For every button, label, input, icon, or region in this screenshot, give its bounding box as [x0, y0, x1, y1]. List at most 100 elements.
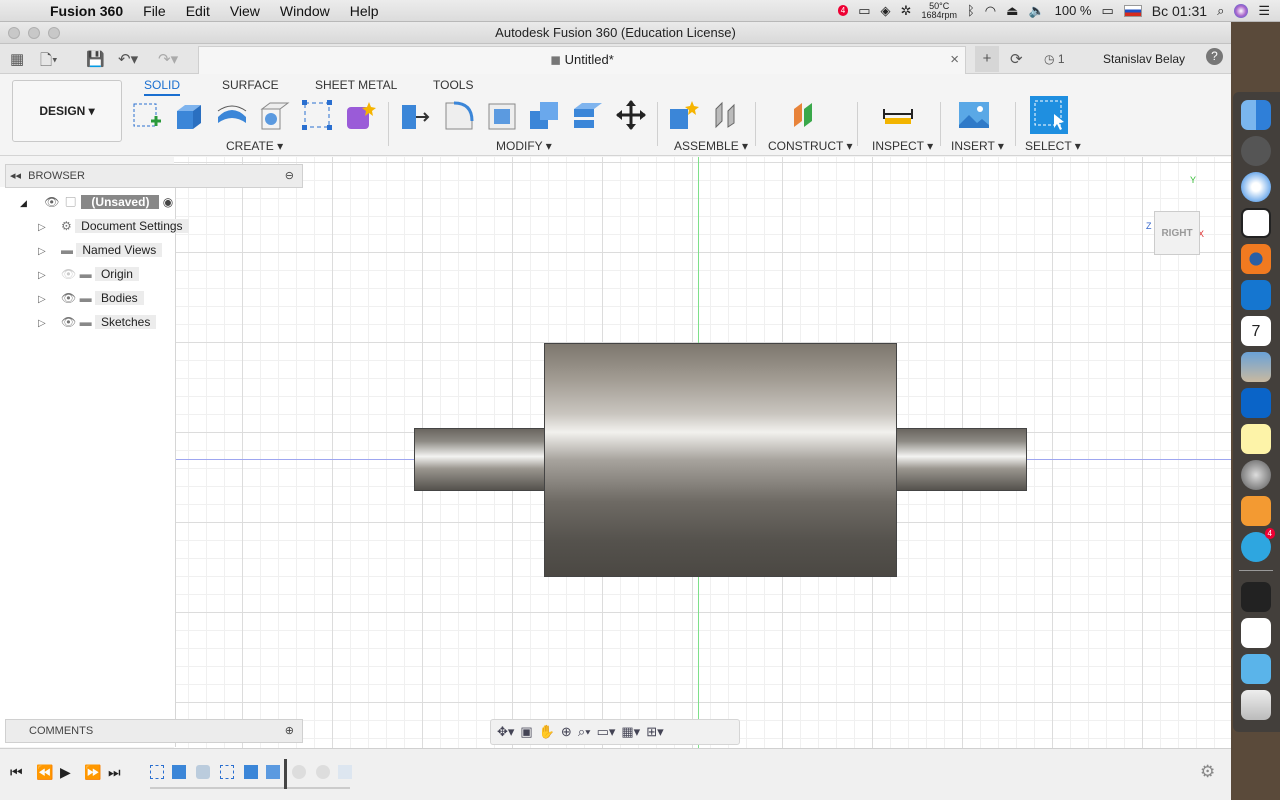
timeline-suppressed-icon[interactable] [338, 765, 352, 779]
clock[interactable]: Вс 01:31 [1152, 3, 1207, 19]
input-flag-icon[interactable] [1123, 4, 1142, 17]
trash-icon[interactable] [1241, 690, 1271, 720]
lasso-app-icon[interactable] [1241, 208, 1271, 238]
select-icon[interactable] [1030, 96, 1068, 134]
insert-image-icon[interactable] [958, 99, 990, 131]
comments-panel[interactable]: COMMENTS ⊕ [5, 719, 303, 743]
close-window-button[interactable] [8, 27, 20, 39]
shaft-left[interactable] [414, 428, 545, 491]
group-modify[interactable]: MODIFY ▾ [496, 139, 552, 153]
timeline-track[interactable] [150, 759, 352, 789]
browser-item-bodies[interactable]: ▷ 👁 ▬ Bodies [38, 288, 144, 308]
user-name[interactable]: Stanislav Belay [1103, 52, 1185, 66]
menu-app-name[interactable]: Fusion 360 [40, 3, 133, 19]
activate-radio-icon[interactable]: ◉ [163, 195, 173, 209]
browser-minimize-icon[interactable]: ⊖ [285, 165, 294, 187]
battery-icon[interactable]: ▭ [1102, 3, 1114, 19]
visibility-eye-icon[interactable]: 👁 [61, 315, 76, 329]
close-tab-icon[interactable]: × [950, 47, 959, 73]
roller-body[interactable] [544, 343, 897, 577]
siri-icon[interactable] [1234, 3, 1249, 18]
orbit-icon[interactable]: ✥▾ [497, 724, 514, 740]
timeline-extrude-icon[interactable] [172, 765, 186, 779]
grid-settings-icon[interactable]: ▦▾ [621, 724, 640, 740]
offset-plane-icon[interactable] [790, 99, 822, 131]
visibility-eye-icon[interactable]: 👁 [44, 195, 59, 209]
joint-icon[interactable] [712, 99, 744, 131]
tab-sheet-metal[interactable]: SHEET METAL [315, 78, 397, 92]
move-icon[interactable] [615, 99, 647, 131]
group-assemble[interactable]: ASSEMBLE ▾ [674, 139, 748, 153]
file-menu-icon[interactable]: 🗋▾ [40, 50, 58, 75]
menu-help[interactable]: Help [340, 3, 389, 19]
app-grid-icon[interactable]: ▦ [10, 50, 24, 68]
timeline-sketch-icon[interactable] [220, 765, 234, 779]
add-comment-icon[interactable]: ⊕ [285, 720, 294, 742]
timeline-suppressed-icon[interactable] [316, 765, 330, 779]
expand-arrow-icon[interactable]: ▷ [38, 270, 46, 281]
timeline-suppressed-icon[interactable] [292, 765, 306, 779]
display-icon[interactable]: ▭ [858, 3, 870, 19]
shield-icon[interactable]: ◈ [881, 3, 891, 19]
job-status[interactable]: ◷ 1 [1044, 52, 1065, 66]
fit-icon[interactable]: ⌕▾ [578, 724, 591, 740]
timeline-marker[interactable] [284, 759, 287, 789]
telegram-icon[interactable]: 4 [1241, 528, 1275, 562]
timeline-sketch-icon[interactable] [150, 765, 164, 779]
new-component-icon[interactable] [668, 99, 700, 131]
menu-window[interactable]: Window [270, 3, 340, 19]
zip-file-icon[interactable] [1241, 618, 1271, 648]
eject-icon[interactable]: ⏏ [1006, 3, 1018, 19]
viewcube-face-right[interactable]: RIGHT [1154, 211, 1200, 255]
save-icon[interactable]: 💾 [86, 50, 105, 68]
shaft-right[interactable] [895, 428, 1027, 491]
bluetooth-icon[interactable]: ᛒ [967, 3, 975, 18]
create-sketch-icon[interactable] [131, 99, 163, 131]
spotlight-icon[interactable]: ⌕ [1217, 3, 1224, 19]
downloads-folder-icon[interactable] [1241, 654, 1271, 684]
tab-surface[interactable]: SURFACE [222, 78, 279, 92]
tab-solid[interactable]: SOLID [144, 78, 181, 96]
display-settings-icon[interactable]: ▭▾ [597, 724, 616, 740]
tab-tools[interactable]: TOOLS [433, 78, 473, 92]
hidden-eye-icon[interactable]: 👁 [61, 267, 76, 281]
timeline-hole-icon[interactable] [196, 765, 210, 779]
play-icon[interactable]: ▶ [60, 764, 71, 781]
combine-icon[interactable] [528, 99, 560, 131]
help-icon[interactable]: ? [1206, 48, 1223, 65]
temp-readout[interactable]: 50°C 1684rpm [921, 1, 957, 20]
notification-center-icon[interactable]: ☰ [1258, 3, 1270, 19]
workspace-switcher[interactable]: DESIGN ▾ [12, 80, 122, 142]
expand-root-icon[interactable]: ◢ [20, 198, 27, 208]
fan-icon[interactable]: ✲ [901, 3, 912, 19]
new-tab-icon[interactable]: + [975, 46, 999, 72]
launchpad-icon[interactable] [1241, 136, 1271, 166]
menu-edit[interactable]: Edit [176, 3, 220, 19]
measure-icon[interactable] [882, 99, 914, 131]
expand-arrow-icon[interactable]: ▷ [38, 294, 46, 305]
undo-icon[interactable]: ↶▾ [118, 50, 138, 68]
document-tab[interactable]: ◼ Untitled* × [198, 46, 966, 74]
group-inspect[interactable]: INSPECT ▾ [872, 139, 933, 153]
calendar-icon[interactable]: 7 [1241, 316, 1271, 346]
preview-icon[interactable] [1241, 352, 1271, 382]
system-preferences-icon[interactable] [1241, 460, 1271, 490]
revolve-icon[interactable] [216, 99, 248, 131]
group-insert[interactable]: INSERT ▾ [951, 139, 1004, 153]
press-pull-icon[interactable] [400, 99, 432, 131]
finder-icon[interactable] [1241, 100, 1271, 130]
group-create[interactable]: CREATE ▾ [226, 139, 283, 153]
photo-stack-icon[interactable] [1241, 582, 1271, 612]
minimize-window-button[interactable] [28, 27, 40, 39]
wifi-icon[interactable]: ◠ [985, 3, 996, 19]
expand-arrow-icon[interactable]: ▷ [38, 222, 46, 233]
notes-icon[interactable] [1241, 424, 1271, 454]
browser-root[interactable]: ◢ 👁 ◻ (Unsaved) ◉ [20, 192, 173, 212]
timeline-plane-icon[interactable] [266, 765, 280, 779]
go-to-start-icon[interactable]: ⏮ [10, 764, 23, 781]
extrude-icon[interactable] [174, 99, 206, 131]
battery-percent[interactable]: 100 % [1055, 3, 1092, 18]
go-to-end-icon[interactable]: ⏭ [108, 764, 121, 781]
step-back-icon[interactable]: ⏪ [36, 764, 53, 781]
volume-icon[interactable]: 🔈 [1028, 3, 1044, 19]
